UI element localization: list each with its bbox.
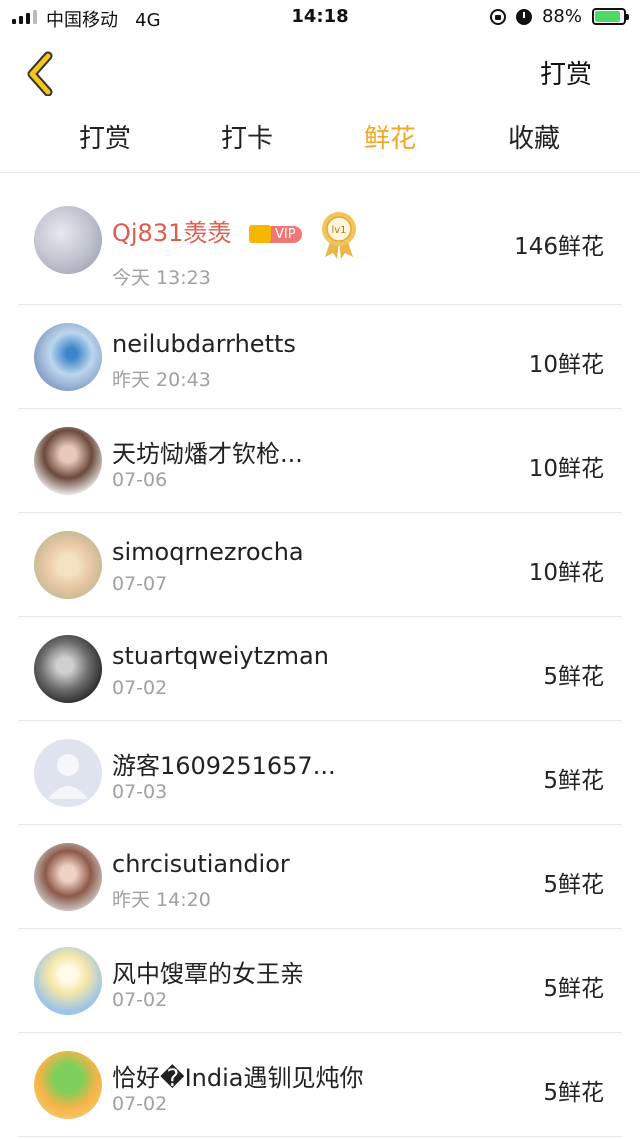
list-item-name: Qj831羡羡 bbox=[112, 219, 232, 247]
tab-reward[interactable]: 打赏 bbox=[45, 118, 165, 155]
avatar bbox=[34, 531, 102, 599]
list-item-date: 07-07 bbox=[112, 573, 168, 595]
battery-icon bbox=[592, 8, 629, 25]
list-item-date: 07-06 bbox=[112, 469, 168, 491]
tab-checkin[interactable]: 打卡 bbox=[187, 118, 307, 155]
list-item[interactable]: 天坊恸燔才钦枪... 07-06 10鲜花 bbox=[0, 409, 640, 513]
avatar bbox=[34, 323, 102, 391]
avatar bbox=[34, 947, 102, 1015]
avatar bbox=[34, 206, 102, 274]
list-item-name: simoqrnezrocha bbox=[112, 538, 304, 566]
list-item-date: 昨天 20:43 bbox=[112, 369, 211, 391]
list-item-amount: 10鲜花 bbox=[528, 560, 604, 586]
alarm-icon bbox=[515, 8, 532, 25]
list-item-name: stuartqweiytzman bbox=[112, 642, 329, 670]
avatar bbox=[34, 635, 102, 703]
tab-bar: 打赏 打卡 鲜花 收藏 bbox=[0, 118, 640, 164]
list-item-name: neilubdarrhetts bbox=[112, 330, 296, 358]
level-label: lv1 bbox=[332, 225, 347, 236]
crown-icon bbox=[249, 225, 272, 243]
battery-percent: 88% bbox=[541, 6, 582, 27]
default-avatar-icon bbox=[48, 754, 88, 799]
list-item[interactable]: stuartqweiytzman 07-02 5鲜花 bbox=[0, 617, 640, 721]
list-item-amount: 5鲜花 bbox=[543, 872, 604, 898]
list-item[interactable]: simoqrnezrocha 07-07 10鲜花 bbox=[0, 513, 640, 617]
status-bar: 中国移动 4G 14:18 88% bbox=[0, 0, 640, 36]
rotation-lock-icon bbox=[489, 8, 506, 25]
avatar bbox=[34, 739, 102, 807]
list-item[interactable]: Qj831羡羡 VIP lv1 今天 13:23 146鲜花 bbox=[0, 173, 640, 305]
vip-badge: VIP bbox=[249, 225, 302, 243]
list-item-amount: 5鲜花 bbox=[543, 976, 604, 1002]
avatar bbox=[34, 427, 102, 495]
tab-favorites[interactable]: 收藏 bbox=[474, 118, 594, 155]
list-item-date: 07-02 bbox=[112, 989, 168, 1011]
list-item-name: 恰好�India遇钏见炖你 bbox=[112, 1064, 364, 1092]
back-icon[interactable] bbox=[20, 48, 64, 97]
list-item-amount: 5鲜花 bbox=[543, 664, 604, 690]
list-item[interactable]: 风中馊覃的女王亲 07-02 5鲜花 bbox=[0, 929, 640, 1033]
list-item-amount: 146鲜花 bbox=[514, 234, 604, 260]
list-item-date: 07-02 bbox=[112, 677, 168, 699]
list-item-date: 昨天 14:20 bbox=[112, 889, 211, 911]
list-item-amount: 10鲜花 bbox=[528, 352, 604, 378]
tab-flowers[interactable]: 鲜花 bbox=[330, 118, 450, 155]
list-item-amount: 5鲜花 bbox=[543, 768, 604, 794]
avatar bbox=[34, 843, 102, 911]
list-item-date: 今天 13:23 bbox=[112, 267, 211, 289]
list-item[interactable]: chrcisutiandior 昨天 14:20 5鲜花 bbox=[0, 825, 640, 929]
list-item-name: chrcisutiandior bbox=[112, 850, 290, 878]
reward-button[interactable]: 打赏 bbox=[540, 54, 592, 91]
list-item-amount: 5鲜花 bbox=[543, 1080, 604, 1106]
level-medal-icon: lv1 bbox=[319, 209, 359, 259]
list-item-date: 07-02 bbox=[112, 1093, 168, 1115]
list-item-name: 风中馊覃的女王亲 bbox=[112, 960, 304, 988]
list-item-name: 游客1609251657... bbox=[112, 752, 336, 780]
list-item-date: 07-03 bbox=[112, 781, 168, 803]
list-item-amount: 10鲜花 bbox=[528, 456, 604, 482]
list-item[interactable]: neilubdarrhetts 昨天 20:43 10鲜花 bbox=[0, 305, 640, 409]
list-item-name: 天坊恸燔才钦枪... bbox=[112, 440, 303, 468]
list-item[interactable]: 游客1609251657... 07-03 5鲜花 bbox=[0, 721, 640, 825]
list-item[interactable]: 恰好�India遇钏见炖你 07-02 5鲜花 bbox=[0, 1033, 640, 1137]
avatar bbox=[34, 1051, 102, 1119]
